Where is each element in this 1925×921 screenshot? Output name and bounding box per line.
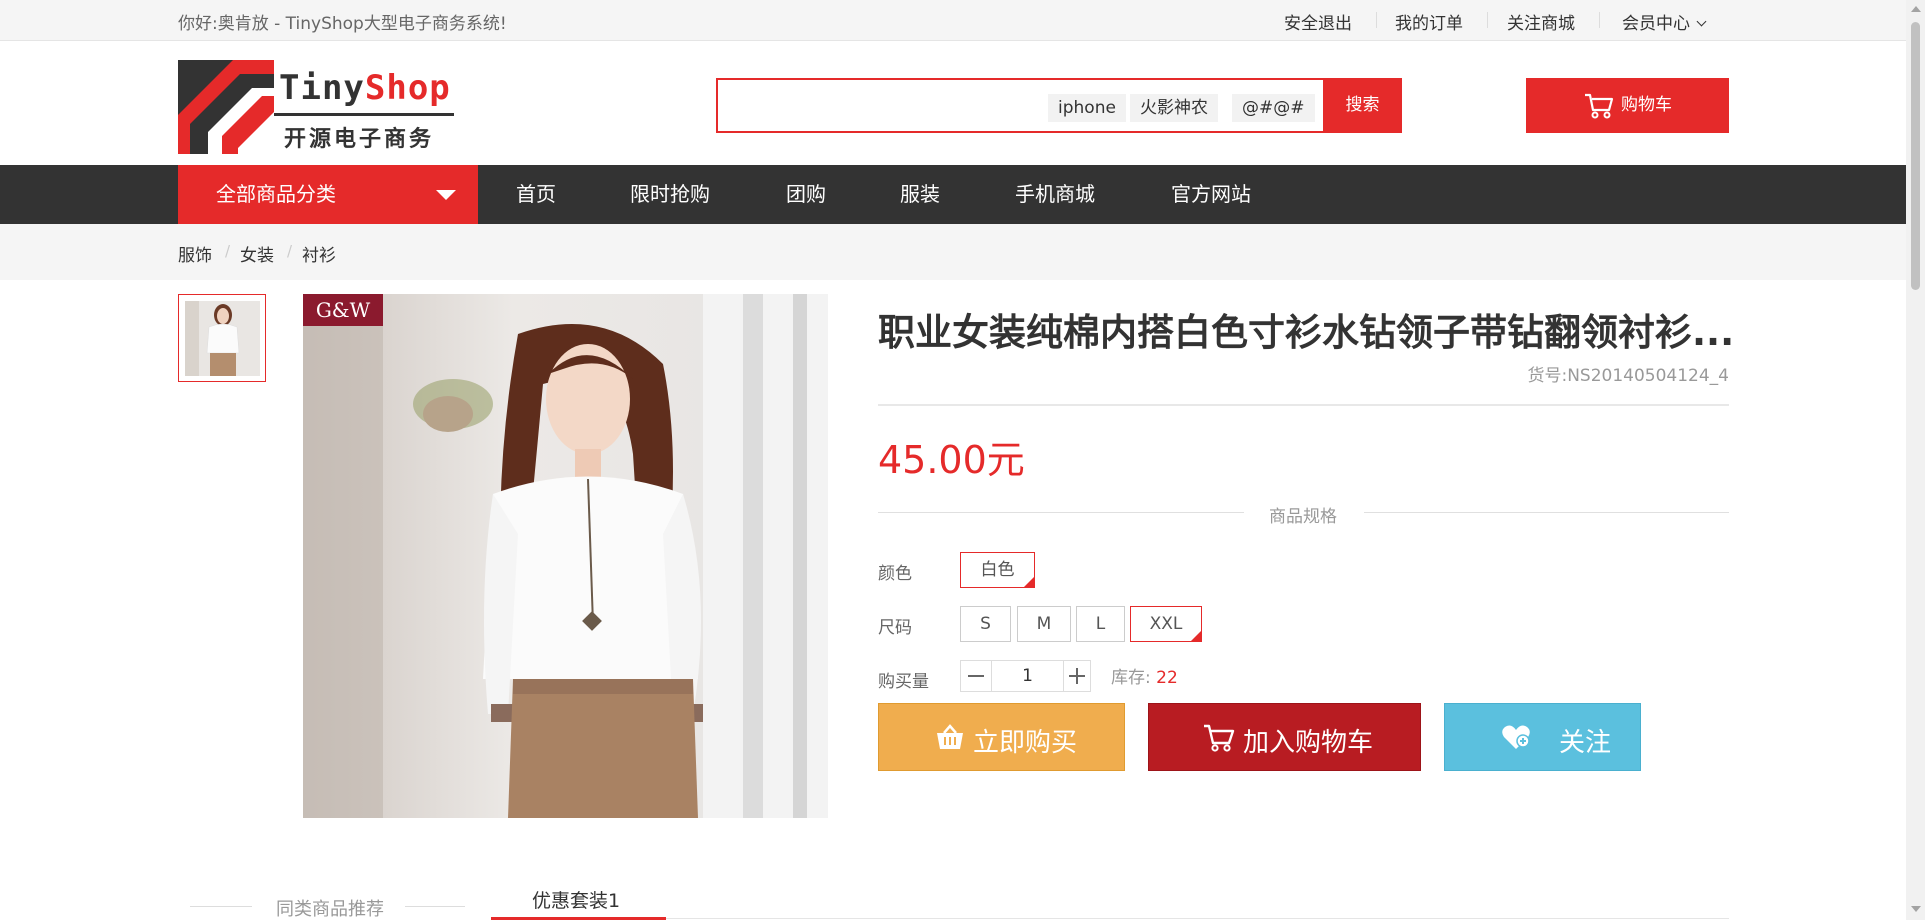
- nav-item-flash-sale[interactable]: 限时抢购: [630, 165, 710, 224]
- breadcrumb-separator: /: [225, 242, 231, 260]
- sku-value: NS20140504124_4: [1567, 366, 1729, 386]
- member-center-menu[interactable]: 会员中心: [1622, 9, 1707, 34]
- logo-divider: [274, 113, 454, 116]
- divider: [1364, 512, 1729, 513]
- logo-subtitle: 开源电子商务: [284, 127, 435, 152]
- nav-item-clothing[interactable]: 服装: [900, 165, 940, 224]
- chevron-down-icon: [1696, 16, 1707, 27]
- size-option-s[interactable]: S: [960, 606, 1011, 642]
- divider: [190, 906, 252, 907]
- cart-icon: [1204, 724, 1235, 752]
- size-option-m[interactable]: M: [1017, 606, 1071, 642]
- size-option-xxl[interactable]: XXL: [1130, 606, 1202, 642]
- nav-item-home[interactable]: 首页: [516, 165, 556, 224]
- all-categories-dropdown[interactable]: 全部商品分类: [178, 165, 478, 224]
- spec-title: 商品规格: [1269, 507, 1337, 527]
- cart-label: 购物车: [1621, 95, 1672, 115]
- breadcrumb: 服饰 / 女装 / 衬衫: [0, 224, 1906, 280]
- logout-link[interactable]: 安全退出: [1284, 9, 1352, 34]
- color-label: 颜色: [878, 564, 912, 584]
- main-nav: 全部商品分类 首页 限时抢购 团购 服装 手机商城 官方网站: [0, 165, 1906, 224]
- divider: [878, 404, 1729, 406]
- logo-text-shop: Shop: [364, 68, 451, 108]
- add-to-cart-label: 加入购物车: [1243, 728, 1374, 758]
- divider: [1599, 12, 1600, 28]
- site-logo[interactable]: TinyShop 开源电子商务: [178, 60, 455, 154]
- quantity-input[interactable]: 1: [991, 661, 1064, 691]
- nav-item-group-buy[interactable]: 团购: [786, 165, 826, 224]
- divider: [666, 918, 1729, 919]
- nav-item-mobile-store[interactable]: 手机商城: [1015, 165, 1095, 224]
- product-thumbnail-image: [185, 301, 260, 376]
- divider: [878, 512, 1244, 513]
- caret-down-icon: [436, 190, 456, 200]
- brand-label: G&W: [316, 298, 371, 322]
- breadcrumb-item[interactable]: 服饰: [178, 241, 212, 266]
- follow-store-link[interactable]: 关注商城: [1507, 9, 1575, 34]
- tab-bundle-offer[interactable]: 优惠套装1: [532, 886, 620, 913]
- size-label: 尺码: [878, 618, 912, 638]
- page-scrollbar[interactable]: [1906, 0, 1925, 920]
- cart-icon: [1585, 93, 1614, 119]
- search-input[interactable]: [726, 88, 1030, 125]
- breadcrumb-item[interactable]: 衬衫: [302, 241, 336, 266]
- product-thumbnail[interactable]: [178, 294, 266, 382]
- welcome-text: 你好:奥肯放 - TinyShop大型电子商务系统!: [178, 14, 507, 34]
- color-option-white[interactable]: 白色: [960, 552, 1035, 588]
- quantity-stepper: 1: [960, 660, 1091, 692]
- stock-count: 22: [1156, 668, 1178, 688]
- logo-mark-icon: [178, 60, 274, 154]
- member-center-label: 会员中心: [1622, 14, 1690, 34]
- basket-icon: [937, 724, 963, 749]
- tab-similar-products[interactable]: 同类商品推荐: [276, 895, 384, 921]
- breadcrumb-separator: /: [287, 242, 293, 260]
- product-title: 职业女装纯棉内搭白色寸衫水钻领子带钻翻领衬衫...: [878, 311, 1735, 354]
- top-bar: 你好:奥肯放 - TinyShop大型电子商务系统! 安全退出 我的订单 关注商…: [0, 0, 1906, 41]
- logo-text: TinyShop: [279, 68, 451, 108]
- sku-label: 货号:: [1527, 366, 1568, 386]
- divider: [1487, 12, 1488, 28]
- size-option-l[interactable]: L: [1076, 606, 1125, 642]
- product-main-image[interactable]: G&W: [303, 294, 828, 818]
- minus-icon[interactable]: [961, 661, 991, 691]
- hot-word[interactable]: 火影神农: [1130, 94, 1218, 122]
- divider: [1376, 12, 1377, 28]
- stock-label: 库存:: [1111, 668, 1151, 688]
- plus-icon[interactable]: [1062, 661, 1092, 691]
- quantity-label: 购买量: [878, 672, 929, 692]
- follow-label: 关注: [1559, 728, 1612, 758]
- logo-text-tiny: Tiny: [279, 68, 365, 108]
- heart-icon: [1502, 725, 1530, 749]
- cart-button[interactable]: 购物车: [1526, 78, 1729, 133]
- stock-info: 库存: 22: [1111, 663, 1178, 688]
- divider: [405, 906, 465, 907]
- search-box: iphone 火影神农 @#@# 搜索: [716, 78, 1402, 133]
- all-categories-label: 全部商品分类: [216, 182, 336, 206]
- scrollbar-thumb[interactable]: [1911, 22, 1920, 290]
- hot-word[interactable]: iphone: [1048, 94, 1126, 122]
- search-button[interactable]: 搜索: [1323, 78, 1402, 133]
- follow-button[interactable]: 关注: [1444, 703, 1641, 771]
- scroll-down-icon[interactable]: [1911, 906, 1921, 912]
- buy-now-button[interactable]: 立即购买: [878, 703, 1125, 771]
- product-photo: G&W: [303, 294, 828, 818]
- breadcrumb-item[interactable]: 女装: [240, 241, 274, 266]
- product-price: 45.00元: [878, 438, 1025, 482]
- nav-item-official-site[interactable]: 官方网站: [1171, 165, 1251, 224]
- buy-now-label: 立即购买: [973, 728, 1078, 758]
- my-orders-link[interactable]: 我的订单: [1395, 9, 1463, 34]
- scroll-up-icon[interactable]: [1911, 6, 1921, 12]
- add-to-cart-button[interactable]: 加入购物车: [1148, 703, 1421, 771]
- hot-word[interactable]: @#@#: [1232, 94, 1315, 122]
- product-sku: 货号:NS20140504124_4: [1527, 361, 1729, 386]
